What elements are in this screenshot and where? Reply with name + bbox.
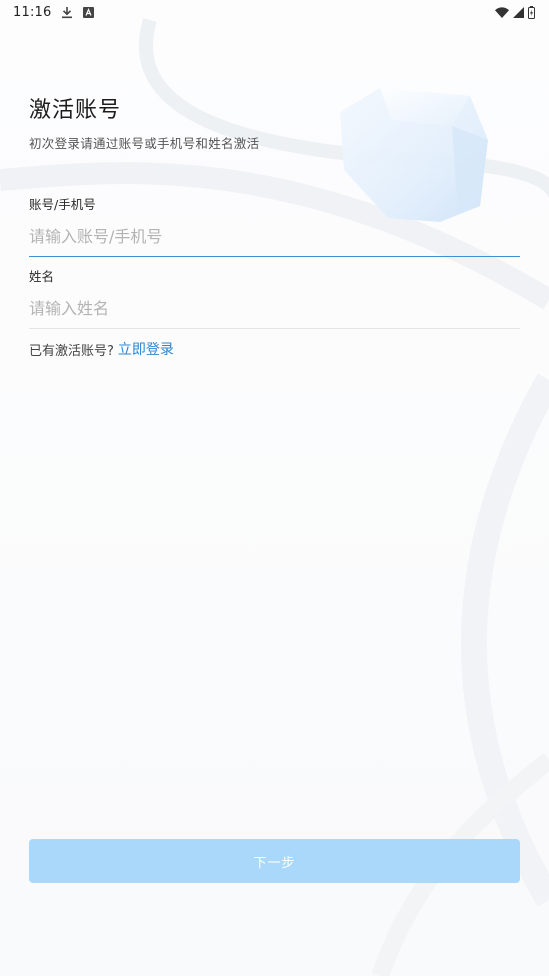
name-underline bbox=[29, 328, 520, 329]
status-right bbox=[495, 5, 535, 19]
status-left: 11:16 bbox=[13, 4, 95, 20]
status-bar: 11:16 bbox=[0, 0, 549, 24]
page-subtitle: 初次登录请通过账号或手机号和姓名激活 bbox=[29, 136, 260, 151]
account-field: 账号/手机号 bbox=[29, 194, 520, 257]
name-field: 姓名 bbox=[29, 266, 520, 329]
login-link[interactable]: 立即登录 bbox=[118, 339, 174, 359]
next-button[interactable]: 下一步 bbox=[29, 839, 520, 883]
login-row: 已有激活账号? 立即登录 bbox=[29, 339, 174, 359]
battery-icon bbox=[528, 5, 535, 19]
status-time: 11:16 bbox=[13, 4, 52, 20]
login-prompt: 已有激活账号? bbox=[29, 343, 114, 359]
name-label: 姓名 bbox=[29, 269, 55, 284]
account-underline bbox=[29, 256, 520, 257]
download-icon bbox=[61, 6, 73, 19]
wifi-icon bbox=[495, 6, 509, 18]
signal-icon bbox=[513, 6, 524, 18]
account-label: 账号/手机号 bbox=[29, 197, 96, 212]
name-input[interactable] bbox=[29, 297, 520, 319]
page-title: 激活账号 bbox=[29, 98, 122, 123]
activation-screen: 11:16 激活账号 初次登录请通过账号或手机号和姓名激活 账号/手机号 请输入… bbox=[0, 0, 549, 976]
keyboard-a-icon bbox=[83, 6, 95, 18]
account-input[interactable] bbox=[29, 225, 520, 247]
